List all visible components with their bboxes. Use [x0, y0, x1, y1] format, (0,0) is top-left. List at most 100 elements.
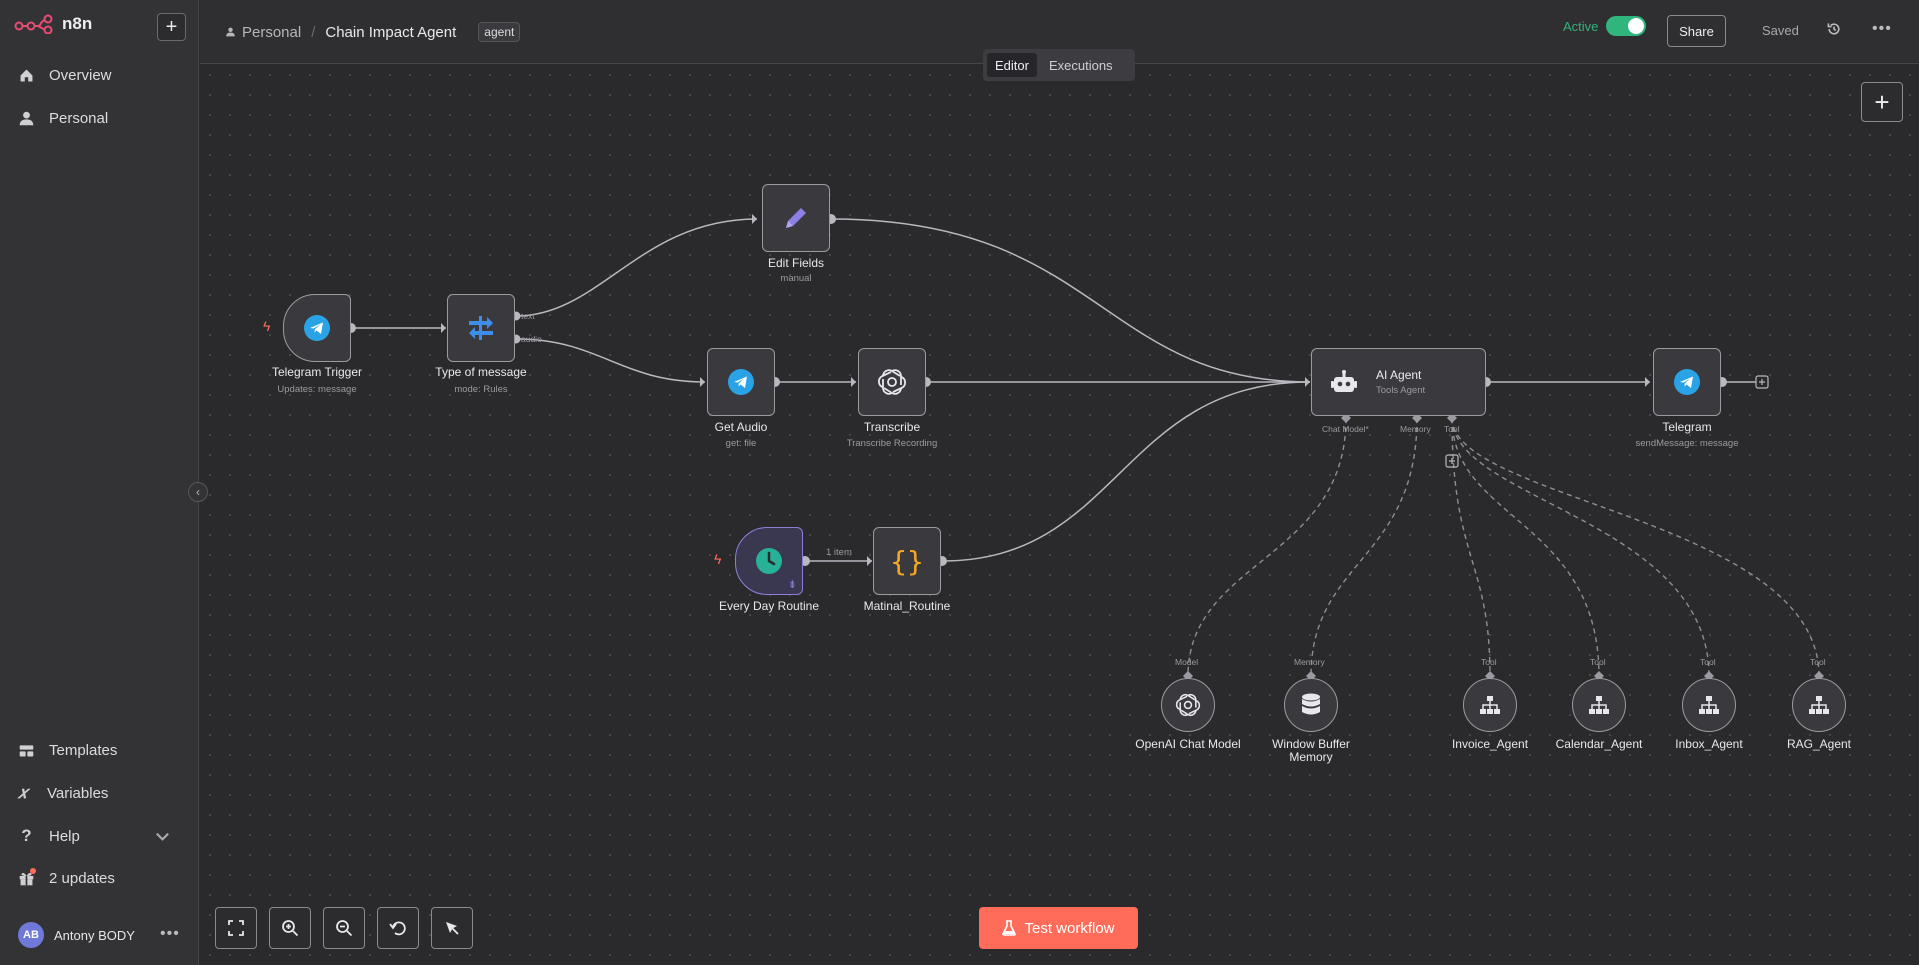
- sidebar-item-label: Overview: [49, 66, 112, 84]
- history-icon[interactable]: [1826, 21, 1842, 37]
- flask-icon: [1002, 920, 1017, 936]
- port-label-memory: Memory: [1400, 424, 1431, 434]
- node-sublabel: manual: [780, 273, 812, 284]
- node-label: AI Agent: [1376, 368, 1422, 382]
- user-menu-icon[interactable]: •••: [160, 925, 180, 943]
- help-icon: ?: [21, 826, 32, 845]
- node-inbox-agent[interactable]: [1682, 678, 1736, 732]
- port-label: Tool: [1700, 657, 1716, 667]
- sidebar-item-templates[interactable]: Templates: [18, 738, 117, 762]
- telegram-icon: [728, 369, 754, 395]
- node-label: Get Audio: [714, 420, 768, 434]
- mode-tabs: Editor Executions: [983, 49, 1135, 81]
- node-label: Matinal_Routine: [863, 599, 951, 613]
- canvas-controls: [215, 907, 473, 949]
- pencil-icon: [786, 208, 806, 228]
- node-label: Every Day Routine: [718, 599, 820, 613]
- workflow-title[interactable]: Chain Impact Agent: [325, 24, 456, 41]
- sitemap-icon: [1699, 696, 1719, 714]
- edge-item-count: 1 item: [826, 547, 852, 558]
- node-type-of-message[interactable]: [447, 294, 515, 362]
- sitemap-icon: [1480, 696, 1500, 714]
- test-workflow-label: Test workflow: [1024, 919, 1115, 937]
- sidebar: n8n + Overview Personal Templates 𝑥 Vari…: [0, 0, 199, 965]
- sidebar-item-overview[interactable]: Overview: [18, 63, 112, 87]
- port-label: Model: [1175, 657, 1199, 667]
- port-label-tool: Tool: [1444, 424, 1460, 434]
- add-new-button[interactable]: +: [157, 13, 186, 41]
- node-label: Edit Fields: [767, 256, 825, 270]
- user-profile[interactable]: AB Antony BODY: [18, 922, 135, 948]
- node-label: Memory: [1289, 750, 1333, 764]
- zoom-out-button[interactable]: [323, 907, 365, 949]
- n8n-logo[interactable]: n8n: [14, 14, 92, 34]
- node-window-buffer-memory[interactable]: [1284, 678, 1338, 732]
- workflow-tag[interactable]: agent: [478, 22, 521, 42]
- user-name: Antony BODY: [54, 927, 135, 943]
- telegram-icon: [304, 315, 330, 341]
- port-label: Memory: [1294, 657, 1325, 667]
- clock-icon: [756, 548, 782, 574]
- node-telegram[interactable]: [1653, 348, 1721, 416]
- tidy-up-button[interactable]: [431, 907, 473, 949]
- node-invoice-agent[interactable]: [1463, 678, 1517, 732]
- port-label: Tool: [1481, 657, 1497, 667]
- test-workflow-button[interactable]: Test workflow: [979, 907, 1138, 949]
- collapse-sidebar-button[interactable]: ‹: [188, 482, 208, 502]
- sidebar-item-label: Templates: [49, 741, 118, 759]
- zoom-to-fit-button[interactable]: [215, 907, 257, 949]
- node-label: RAG_Agent: [1786, 737, 1852, 751]
- app-name: n8n: [62, 14, 93, 33]
- more-options-icon[interactable]: •••: [1872, 20, 1892, 38]
- reset-zoom-button[interactable]: [377, 907, 419, 949]
- sitemap-icon: [1809, 696, 1829, 714]
- database-icon: [1302, 693, 1320, 715]
- sidebar-item-variables[interactable]: 𝑥 Variables: [18, 781, 108, 805]
- sidebar-item-label: 2 updates: [49, 869, 115, 887]
- trigger-bolt-icon: ϟ: [263, 318, 271, 334]
- openai-icon: [1175, 694, 1201, 716]
- node-telegram-trigger[interactable]: [283, 294, 351, 362]
- breadcrumb-project[interactable]: Personal: [225, 24, 301, 41]
- node-rag-agent[interactable]: [1792, 678, 1846, 732]
- node-matinal-routine[interactable]: {}: [873, 527, 941, 595]
- breadcrumb: Personal / Chain Impact Agent agent: [225, 22, 521, 42]
- switch-output-label-audio: audio: [521, 334, 542, 344]
- add-node-button[interactable]: +: [1861, 82, 1903, 122]
- sidebar-item-label: Variables: [47, 784, 109, 802]
- port-label: Tool: [1590, 657, 1606, 667]
- node-sublabel: mode: Rules: [454, 384, 508, 395]
- gift-icon: [18, 867, 36, 887]
- tab-editor[interactable]: Editor: [987, 53, 1037, 77]
- code-braces-icon: {}: [890, 544, 924, 578]
- saved-status: Saved: [1762, 23, 1799, 38]
- node-edit-fields[interactable]: [762, 184, 830, 252]
- fullscreen-icon: [228, 920, 244, 936]
- switch-icon: [469, 316, 493, 340]
- magic-wand-icon: [446, 922, 459, 935]
- node-sublabel: Transcribe Recording: [846, 438, 938, 449]
- active-toggle[interactable]: [1606, 16, 1647, 36]
- sidebar-item-updates[interactable]: 2 updates: [18, 866, 115, 890]
- sidebar-item-personal[interactable]: Personal: [18, 106, 108, 130]
- node-calendar-agent[interactable]: [1572, 678, 1626, 732]
- telegram-icon: [1674, 369, 1700, 395]
- node-sublabel: sendMessage: message: [1635, 438, 1739, 449]
- sidebar-item-label: Personal: [49, 109, 109, 127]
- robot-icon: [1331, 370, 1357, 392]
- node-get-audio[interactable]: [707, 348, 775, 416]
- node-transcribe[interactable]: [858, 348, 926, 416]
- tab-executions[interactable]: Executions: [1041, 53, 1121, 77]
- home-icon: [20, 69, 33, 81]
- port-label: Tool: [1810, 657, 1826, 667]
- node-label: Type of message: [435, 365, 527, 379]
- node-ai-agent[interactable]: AI Agent Tools Agent: [1311, 348, 1486, 416]
- workflow-canvas[interactable]: [200, 65, 1919, 965]
- node-openai-chat-model[interactable]: [1161, 678, 1215, 732]
- zoom-out-icon: [336, 920, 353, 937]
- zoom-in-button[interactable]: [269, 907, 311, 949]
- share-button[interactable]: Share: [1667, 15, 1726, 47]
- node-every-day-routine[interactable]: ⇟: [735, 527, 803, 595]
- sidebar-item-help[interactable]: ? Help: [18, 824, 169, 848]
- avatar: AB: [18, 922, 44, 948]
